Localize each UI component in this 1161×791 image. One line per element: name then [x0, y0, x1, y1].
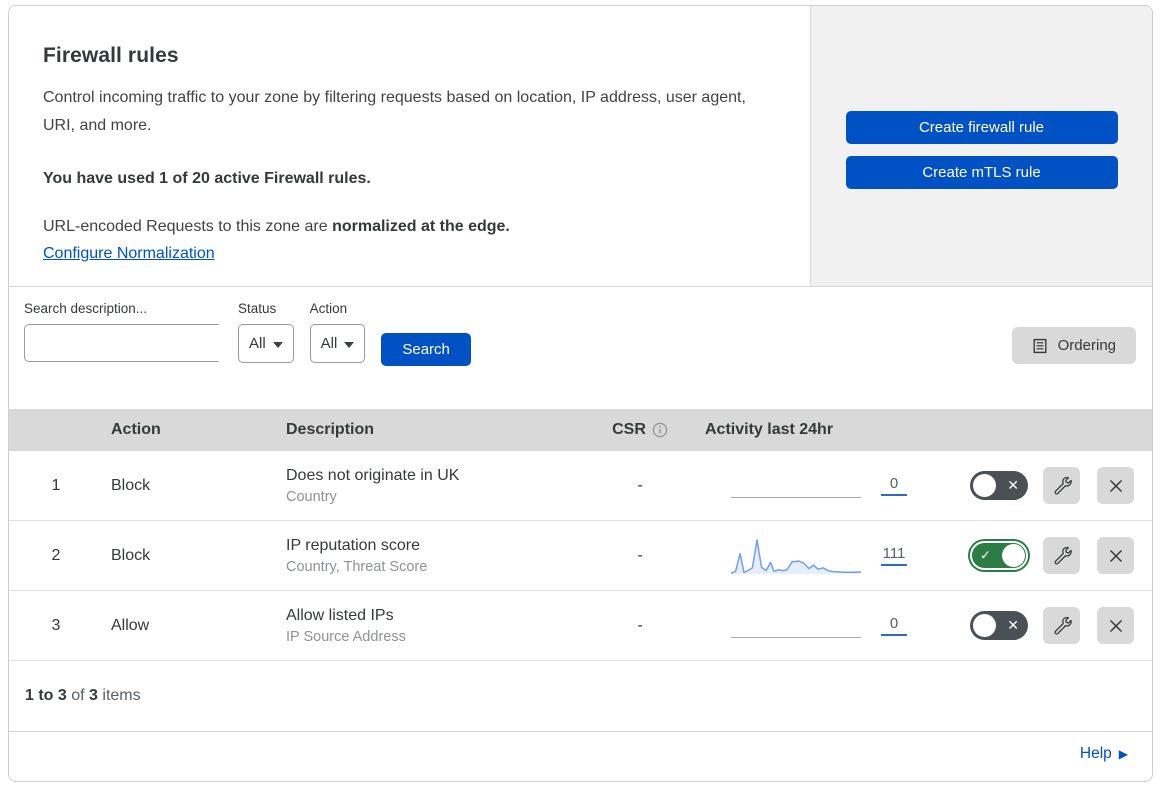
- activity-count-link[interactable]: 0: [881, 475, 907, 496]
- rule-action: Block: [111, 476, 151, 494]
- wrench-icon: [1054, 476, 1072, 494]
- close-icon: [1109, 479, 1122, 492]
- rule-description: IP reputation score: [286, 536, 421, 554]
- wrench-icon: [1054, 546, 1072, 564]
- action-select[interactable]: All: [309, 324, 366, 363]
- create-firewall-rule-button[interactable]: Create firewall rule: [845, 111, 1118, 144]
- table-header: Action Description CSR Activity last 24h…: [9, 409, 1152, 451]
- col-action: Action: [111, 421, 161, 438]
- rule-action: Allow: [111, 616, 150, 634]
- activity-sparkline: [730, 536, 862, 576]
- col-description: Description: [286, 421, 375, 438]
- status-toggle[interactable]: ✓ ✕: [970, 471, 1028, 500]
- header-text-panel: Firewall rules Control incoming traffic …: [9, 6, 811, 286]
- status-label: Status: [238, 301, 277, 316]
- status-select[interactable]: All: [238, 324, 294, 363]
- rule-criteria: Country: [286, 488, 337, 505]
- activity-sparkline: [731, 466, 861, 506]
- toggle-knob: [973, 614, 996, 637]
- items-text: items: [97, 687, 141, 704]
- usage-summary: You have used 1 of 20 active Firewall ru…: [43, 170, 371, 187]
- rule-csr: -: [637, 546, 643, 564]
- firewall-rules-card: Firewall rules Control incoming traffic …: [8, 5, 1153, 782]
- rule-activity-cell: 0 ✓ ✕: [697, 606, 1152, 646]
- page-description: Control incoming traffic to your zone by…: [43, 89, 746, 134]
- configure-normalization-link[interactable]: Configure Normalization: [43, 245, 215, 263]
- table-row: 2 Block IP reputation score Country, Thr…: [9, 521, 1152, 591]
- rule-priority: 1: [51, 476, 61, 494]
- activity-count-link[interactable]: 0: [881, 615, 907, 636]
- chevron-down-icon: [272, 341, 283, 348]
- toggle-knob: [973, 474, 996, 497]
- filter-bar: Search description... Status All Action …: [9, 287, 1152, 409]
- check-icon: ✓: [980, 547, 991, 563]
- rule-description-cell: IP reputation score Country, Threat Scor…: [278, 537, 583, 575]
- rule-activity-cell: 111 ✓ ✕: [697, 536, 1152, 576]
- normalization-bold: normalized at the edge.: [332, 218, 510, 235]
- cross-icon: ✕: [1007, 616, 1019, 633]
- range-text: 1 to 3: [25, 687, 67, 704]
- delete-rule-button[interactable]: [1097, 467, 1134, 504]
- chevron-down-icon: [344, 341, 355, 348]
- search-input[interactable]: [45, 325, 244, 361]
- rule-action: Block: [111, 546, 151, 564]
- rule-csr: -: [637, 616, 643, 634]
- status-toggle[interactable]: ✓ ✕: [970, 611, 1028, 640]
- edit-rule-button[interactable]: [1043, 607, 1080, 644]
- help-link-label: Help: [1079, 745, 1112, 762]
- help-bar: Help ▶: [9, 732, 1152, 776]
- search-input-wrap: [24, 324, 244, 362]
- ordering-button-label: Ordering: [1057, 337, 1116, 354]
- table-row: 1 Block Does not originate in UK Country…: [9, 451, 1152, 521]
- rule-description-cell: Allow listed IPs IP Source Address: [278, 607, 583, 645]
- pagination-summary: 1 to 3 of 3 items: [9, 661, 1152, 732]
- header-section: Firewall rules Control incoming traffic …: [9, 6, 1152, 287]
- status-toggle[interactable]: ✓ ✕: [970, 541, 1028, 570]
- search-button[interactable]: Search: [381, 333, 471, 366]
- col-csr-label: CSR: [612, 421, 646, 438]
- header-actions-panel: Create firewall rule Create mTLS rule: [811, 6, 1152, 286]
- rule-activity-cell: 0 ✓ ✕: [697, 466, 1152, 506]
- page-title: Firewall rules: [43, 44, 179, 67]
- rule-criteria: IP Source Address: [286, 628, 406, 645]
- rule-priority: 2: [51, 546, 61, 564]
- rule-description-cell: Does not originate in UK Country: [278, 467, 583, 505]
- normalization-note: URL-encoded Requests to this zone are no…: [43, 218, 770, 236]
- rule-description: Does not originate in UK: [286, 466, 460, 484]
- edit-rule-button[interactable]: [1043, 467, 1080, 504]
- ordering-list-icon: [1033, 338, 1047, 353]
- status-select-value: All: [249, 335, 266, 352]
- arrow-right-icon: ▶: [1118, 747, 1128, 761]
- total-count: 3: [89, 687, 98, 704]
- activity-count-link[interactable]: 111: [881, 545, 907, 566]
- of-text: of: [66, 687, 90, 704]
- toggle-knob: [1002, 544, 1025, 567]
- wrench-icon: [1054, 616, 1072, 634]
- col-csr: CSR: [583, 421, 697, 439]
- edit-rule-button[interactable]: [1043, 537, 1080, 574]
- table-row: 3 Allow Allow listed IPs IP Source Addre…: [9, 591, 1152, 661]
- search-label: Search description...: [24, 301, 148, 316]
- action-select-value: All: [320, 335, 338, 352]
- rule-priority: 3: [51, 616, 61, 634]
- rule-description: Allow listed IPs: [286, 606, 394, 624]
- delete-rule-button[interactable]: [1097, 607, 1134, 644]
- create-mtls-rule-button[interactable]: Create mTLS rule: [845, 156, 1118, 189]
- rule-criteria: Country, Threat Score: [286, 558, 428, 575]
- help-link[interactable]: Help ▶: [1080, 745, 1128, 763]
- cross-icon: ✕: [1007, 476, 1019, 493]
- ordering-button[interactable]: Ordering: [1011, 327, 1136, 364]
- close-icon: [1109, 549, 1122, 562]
- col-activity: Activity last 24hr: [705, 421, 834, 438]
- delete-rule-button[interactable]: [1097, 537, 1134, 574]
- action-label: Action: [309, 301, 348, 316]
- info-icon[interactable]: [652, 422, 668, 438]
- close-icon: [1109, 619, 1122, 632]
- activity-sparkline: [731, 606, 861, 646]
- normalization-prefix: URL-encoded Requests to this zone are: [43, 218, 333, 235]
- rule-csr: -: [637, 476, 643, 494]
